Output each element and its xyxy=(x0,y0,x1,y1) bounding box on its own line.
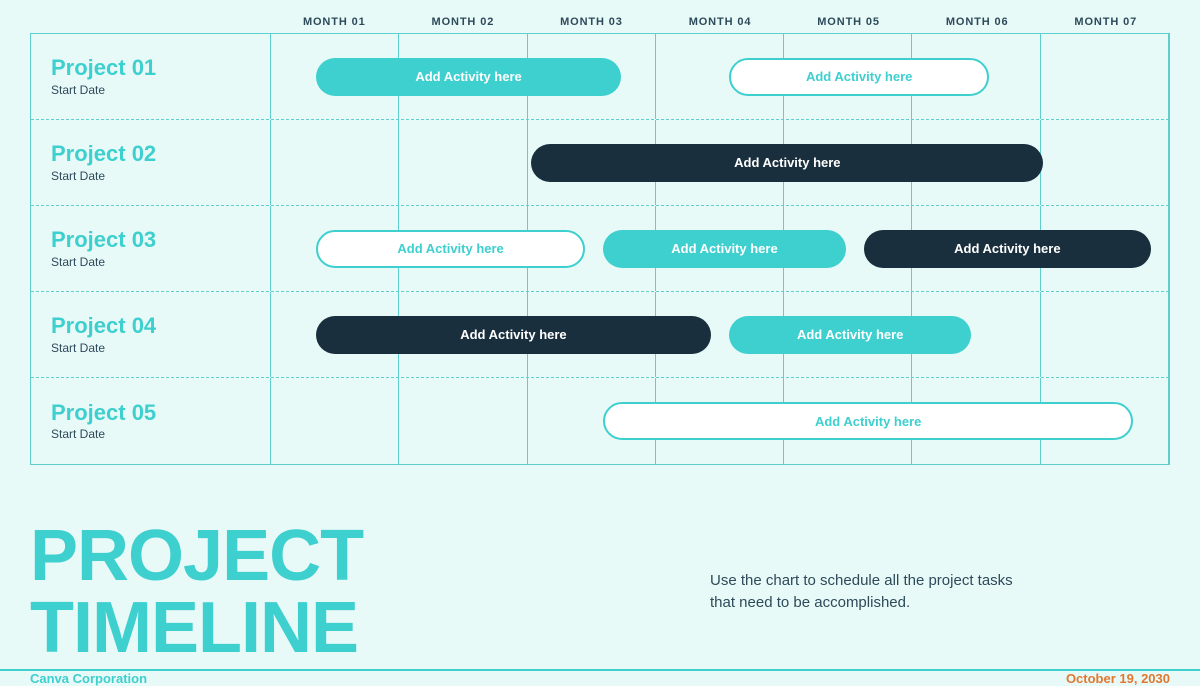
project-05-subtext: Start Date xyxy=(51,427,255,441)
project-01-subtext: Start Date xyxy=(51,83,255,97)
project-05-name: Project 05 xyxy=(51,401,255,425)
p02-activity-1[interactable]: Add Activity here xyxy=(531,144,1043,182)
p01-activity-1[interactable]: Add Activity here xyxy=(316,58,621,96)
project-02-label: Project 02 Start Date xyxy=(31,120,271,205)
project-04-name: Project 04 xyxy=(51,314,255,338)
project-01-name: Project 01 xyxy=(51,56,255,80)
p04-activity-2[interactable]: Add Activity here xyxy=(729,316,971,354)
p05-col1 xyxy=(271,378,399,464)
main-container: MONTH 01 MONTH 02 MONTH 03 MONTH 04 MONT… xyxy=(0,0,1200,675)
project-03-subtext: Start Date xyxy=(51,255,255,269)
p03-activity-3[interactable]: Add Activity here xyxy=(864,230,1151,268)
header-spacer xyxy=(30,10,270,33)
p02-col1 xyxy=(271,120,399,205)
p03-activity-2-label: Add Activity here xyxy=(671,241,777,256)
p03-activity-1-label: Add Activity here xyxy=(397,241,503,256)
p04-activity-1-label: Add Activity here xyxy=(460,327,566,342)
project-05-label: Project 05 Start Date xyxy=(31,378,271,464)
month-03-header: MONTH 03 xyxy=(527,10,656,33)
project-02-name: Project 02 xyxy=(51,142,255,166)
title-block: PROJECT TIMELINE xyxy=(30,520,690,664)
p05-col2 xyxy=(399,378,527,464)
description-line2: that need to be accomplished. xyxy=(710,594,910,611)
project-04-subtext: Start Date xyxy=(51,341,255,355)
description-block: Use the chart to schedule all the projec… xyxy=(690,570,1170,615)
p01-col7 xyxy=(1041,34,1169,119)
month-07-header: MONTH 07 xyxy=(1041,10,1170,33)
p03-activity-1[interactable]: Add Activity here xyxy=(316,230,585,268)
p03-activity-3-label: Add Activity here xyxy=(954,241,1060,256)
project-02-months: Add Activity here xyxy=(271,120,1169,205)
p04-activity-1[interactable]: Add Activity here xyxy=(316,316,711,354)
p01-activity-2[interactable]: Add Activity here xyxy=(729,58,989,96)
p05-activity-1-label: Add Activity here xyxy=(815,414,921,429)
p02-col2 xyxy=(399,120,527,205)
month-06-header: MONTH 06 xyxy=(913,10,1042,33)
gantt-row-project-05: Project 05 Start Date Add Activity here xyxy=(31,378,1169,464)
footer: Canva Corporation October 19, 2030 xyxy=(0,669,1200,686)
gantt-row-project-03: Project 03 Start Date Add Activity here xyxy=(31,206,1169,292)
month-01-header: MONTH 01 xyxy=(270,10,399,33)
month-04-header: MONTH 04 xyxy=(656,10,785,33)
project-02-subtext: Start Date xyxy=(51,169,255,183)
p04-activity-2-label: Add Activity here xyxy=(797,327,903,342)
project-01-label: Project 01 Start Date xyxy=(31,34,271,119)
gantt-row-project-01: Project 01 Start Date Add Activity here xyxy=(31,34,1169,120)
p01-activity-1-label: Add Activity here xyxy=(415,69,521,84)
footer-date: October 19, 2030 xyxy=(1066,671,1170,686)
gantt-row-project-04: Project 04 Start Date Add Activity here xyxy=(31,292,1169,378)
footer-company: Canva Corporation xyxy=(30,671,147,686)
project-04-label: Project 04 Start Date xyxy=(31,292,271,377)
project-05-months: Add Activity here xyxy=(271,378,1169,464)
header-months: MONTH 01 MONTH 02 MONTH 03 MONTH 04 MONT… xyxy=(270,10,1170,33)
gantt-row-project-02: Project 02 Start Date Add Activity here xyxy=(31,120,1169,206)
description-text: Use the chart to schedule all the projec… xyxy=(710,570,1170,615)
project-01-months: Add Activity here Add Activity here xyxy=(271,34,1169,119)
main-title: PROJECT TIMELINE xyxy=(30,520,690,664)
project-03-months: Add Activity here Add Activity here Add … xyxy=(271,206,1169,291)
gantt-grid: Project 01 Start Date Add Activity here xyxy=(30,33,1170,465)
p04-col7 xyxy=(1041,292,1169,377)
p02-col7 xyxy=(1041,120,1169,205)
p01-activity-2-label: Add Activity here xyxy=(806,69,912,84)
project-04-months: Add Activity here Add Activity here xyxy=(271,292,1169,377)
p02-activity-1-label: Add Activity here xyxy=(734,155,840,170)
gantt-section: MONTH 01 MONTH 02 MONTH 03 MONTH 04 MONT… xyxy=(0,0,1200,510)
project-03-label: Project 03 Start Date xyxy=(31,206,271,291)
month-05-header: MONTH 05 xyxy=(784,10,913,33)
description-line1: Use the chart to schedule all the projec… xyxy=(710,572,1013,589)
project-03-name: Project 03 xyxy=(51,228,255,252)
month-header-row: MONTH 01 MONTH 02 MONTH 03 MONTH 04 MONT… xyxy=(30,10,1170,33)
bottom-section: PROJECT TIMELINE Use the chart to schedu… xyxy=(0,510,1200,669)
month-02-header: MONTH 02 xyxy=(399,10,528,33)
p03-activity-2[interactable]: Add Activity here xyxy=(603,230,845,268)
p05-activity-1[interactable]: Add Activity here xyxy=(603,402,1133,440)
